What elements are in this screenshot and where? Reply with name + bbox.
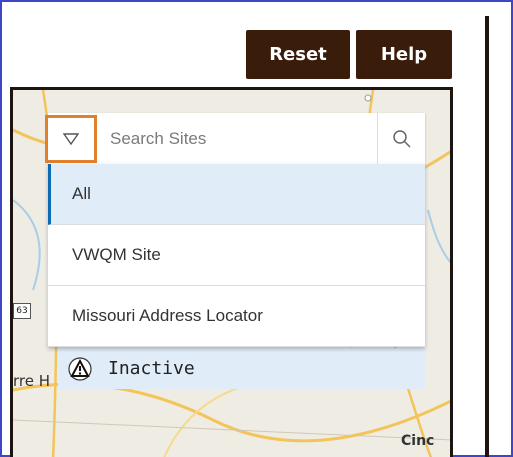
search-button[interactable]: [377, 113, 426, 164]
help-button[interactable]: Help: [356, 30, 452, 79]
route-shield: 63: [13, 303, 31, 319]
dropdown-option-vwqm-site[interactable]: VWQM Site: [48, 225, 425, 286]
search-input[interactable]: [110, 113, 370, 164]
panel-divider: [485, 16, 489, 457]
legend-inactive-label: Inactive: [108, 358, 195, 379]
search-widget: [45, 113, 426, 164]
dropdown-option-all[interactable]: All: [48, 164, 425, 225]
triangle-down-icon: [63, 133, 79, 145]
magnifier-icon: [393, 129, 411, 148]
map-place-label: Cinc: [401, 433, 435, 449]
source-dropdown-menu: All VWQM Site Missouri Address Locator: [48, 164, 425, 347]
reset-button[interactable]: Reset: [246, 30, 350, 79]
warning-triangle-icon: [66, 355, 94, 383]
map-place-label: rre H: [13, 372, 51, 390]
source-dropdown-toggle[interactable]: [45, 115, 97, 163]
legend-inactive-row: Inactive: [58, 348, 425, 389]
dropdown-option-missouri-address-locator[interactable]: Missouri Address Locator: [48, 286, 425, 347]
